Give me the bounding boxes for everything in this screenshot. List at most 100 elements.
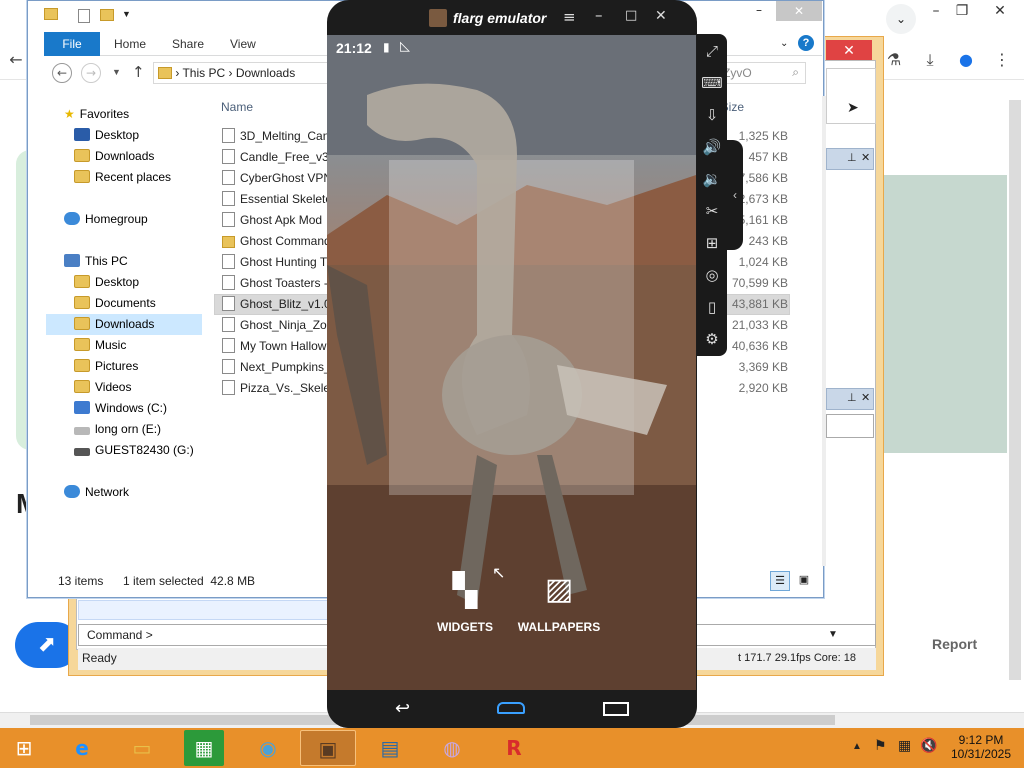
tab-file[interactable]: File bbox=[44, 32, 100, 56]
taskbar-store[interactable]: ▦ bbox=[184, 730, 224, 766]
report-button[interactable]: Report bbox=[932, 636, 977, 652]
download-icon[interactable]: ⤓ bbox=[918, 48, 942, 72]
file-row[interactable]: Ghost_Blitz_v1.0 bbox=[222, 294, 332, 315]
back-button[interactable]: ← bbox=[52, 63, 72, 83]
file-row[interactable]: 3D_Melting_Candy bbox=[222, 126, 332, 147]
android-home-icon[interactable] bbox=[497, 702, 525, 714]
keyboard-icon[interactable]: ⌨ bbox=[701, 72, 723, 94]
recent-locations-icon[interactable]: ▼ bbox=[112, 67, 121, 77]
breadcrumb-thispc[interactable]: This PC bbox=[182, 66, 225, 80]
nav-pc-desktop[interactable]: Desktop bbox=[74, 275, 139, 289]
editor-close-button[interactable]: ✕ bbox=[826, 40, 872, 60]
forward-button[interactable]: → bbox=[81, 63, 101, 83]
properties-icon[interactable] bbox=[78, 9, 90, 23]
nav-pc-music[interactable]: Music bbox=[74, 338, 126, 352]
nav-fav-recent[interactable]: Recent places bbox=[74, 170, 171, 184]
panel-close-icon[interactable]: ✕ bbox=[861, 391, 870, 404]
large-icons-view-icon[interactable]: ▣ bbox=[794, 571, 814, 591]
help-icon[interactable]: ? bbox=[798, 35, 814, 51]
android-screen[interactable]: 21:12 ▮ ◺ ▚ WIDGETS ▨ WALLPAPERS ↖ bbox=[327, 35, 696, 690]
panel-close-icon[interactable]: ✕ bbox=[861, 151, 870, 164]
file-row[interactable]: Ghost Commander bbox=[222, 231, 332, 252]
taskbar-chrome[interactable]: ◉ bbox=[240, 730, 296, 766]
file-row[interactable]: Next_Pumpkins_ bbox=[222, 357, 332, 378]
taskbar-ie[interactable]: e bbox=[54, 730, 110, 766]
emulator-maximize-button[interactable]: □ bbox=[625, 8, 637, 23]
cursor-tool-icon[interactable]: ➤ bbox=[847, 99, 859, 116]
tab-home[interactable]: Home bbox=[114, 32, 146, 56]
menu-kebab-icon[interactable]: ⋮ bbox=[990, 48, 1014, 72]
taskbar-explorer[interactable]: ▭ bbox=[114, 730, 170, 766]
location-icon[interactable]: ◎ bbox=[701, 264, 723, 286]
column-header-name[interactable]: Name bbox=[221, 100, 253, 114]
file-row[interactable]: Candle_Free_v3. bbox=[222, 147, 332, 168]
emulator-menu-icon[interactable]: ≡ bbox=[563, 8, 576, 26]
search-input[interactable]: ZyvO ⌕ bbox=[716, 62, 806, 84]
android-recents-icon[interactable] bbox=[603, 702, 629, 716]
apk-install-icon[interactable]: ⇩ bbox=[701, 104, 723, 126]
nav-pc-drive-e[interactable]: long orn (E:) bbox=[74, 422, 161, 436]
list-scroll[interactable] bbox=[822, 96, 826, 566]
file-row[interactable]: Ghost Toasters - bbox=[222, 273, 332, 294]
android-back-icon[interactable]: ↩ bbox=[395, 698, 410, 719]
file-row[interactable]: Ghost_Ninja_Zombie bbox=[222, 315, 332, 336]
back-icon[interactable]: ← bbox=[4, 48, 28, 72]
tab-view[interactable]: View bbox=[230, 32, 256, 56]
taskbar-media[interactable]: ◍ bbox=[424, 730, 480, 766]
pin-icon[interactable]: ⊥ bbox=[847, 391, 857, 404]
maximize-button[interactable]: ❐ bbox=[942, 0, 982, 24]
nav-pc-pictures[interactable]: Pictures bbox=[74, 359, 138, 373]
command-dropdown-icon[interactable]: ▼ bbox=[828, 629, 838, 640]
widgets-button[interactable]: ▚ WIDGETS bbox=[432, 570, 498, 634]
file-row[interactable]: CyberGhost VPN bbox=[222, 168, 332, 189]
volume-down-icon[interactable]: 🔉 bbox=[701, 168, 723, 190]
nav-pc-documents[interactable]: Documents bbox=[74, 296, 156, 310]
taskbar-roblox[interactable]: R bbox=[486, 730, 542, 766]
new-folder-icon[interactable] bbox=[100, 9, 114, 21]
nav-thispc[interactable]: This PC bbox=[64, 254, 128, 268]
breadcrumb-downloads[interactable]: Downloads bbox=[236, 66, 295, 80]
emulator-minimize-button[interactable]: – bbox=[595, 6, 603, 24]
ribbon-expand-icon[interactable]: ⌄ bbox=[780, 38, 788, 49]
volume-up-icon[interactable]: 🔊 bbox=[701, 136, 723, 158]
address-bar[interactable]: › This PC › Downloads bbox=[153, 62, 328, 84]
nav-fav-desktop[interactable]: Desktop bbox=[74, 128, 139, 142]
file-row[interactable]: Essential Skeleton bbox=[222, 189, 332, 210]
up-button[interactable]: ↑ bbox=[132, 63, 145, 81]
clock[interactable]: 9:12 PM 10/31/2025 bbox=[948, 733, 1014, 761]
file-row[interactable]: My Town Halloween bbox=[222, 336, 332, 357]
explorer-close-button[interactable]: ✕ bbox=[776, 1, 822, 21]
nav-pc-windows-c[interactable]: Windows (C:) bbox=[74, 401, 167, 415]
taskbar-emulator[interactable]: ▣ bbox=[300, 730, 356, 766]
nav-pc-videos[interactable]: Videos bbox=[74, 380, 131, 394]
pin-icon[interactable]: ⊥ bbox=[847, 151, 857, 164]
file-row[interactable]: Ghost Apk Mod bbox=[222, 210, 332, 231]
shake-icon[interactable]: ▯ bbox=[701, 296, 723, 318]
nav-network[interactable]: Network bbox=[64, 485, 129, 499]
add-window-icon[interactable]: ⊞ bbox=[701, 232, 723, 254]
nav-homegroup[interactable]: Homegroup bbox=[64, 212, 148, 226]
quick-access-dropdown-icon[interactable]: ▼ bbox=[122, 9, 131, 19]
file-row[interactable]: Pizza_Vs._Skeleton bbox=[222, 378, 332, 399]
volume-muted-icon[interactable]: 🔇 bbox=[920, 738, 937, 754]
file-row[interactable]: Ghost Hunting T bbox=[222, 252, 332, 273]
nav-favorites[interactable]: ★ Favorites bbox=[64, 107, 129, 121]
close-button[interactable]: ✕ bbox=[980, 0, 1020, 24]
nav-pc-downloads[interactable]: Downloads bbox=[74, 317, 154, 331]
taskbar-app[interactable]: ▤ bbox=[362, 730, 418, 766]
screenshot-cut-icon[interactable]: ✂ bbox=[701, 200, 723, 222]
network-tray-icon[interactable]: ▦ bbox=[898, 738, 911, 754]
tab-share[interactable]: Share bbox=[172, 32, 204, 56]
explorer-minimize-button[interactable]: – bbox=[744, 3, 774, 23]
sidebar-collapse-button[interactable]: ‹ bbox=[727, 140, 743, 250]
wallpapers-button[interactable]: ▨ WALLPAPERS bbox=[515, 570, 603, 634]
tray-expand-icon[interactable]: ▲ bbox=[852, 741, 862, 752]
settings-icon[interactable]: ⚙ bbox=[701, 328, 723, 350]
details-view-icon[interactable]: ☰ bbox=[770, 571, 790, 591]
action-center-flag-icon[interactable]: ⚑ bbox=[874, 738, 887, 754]
chevron-down-icon[interactable]: ⌄ bbox=[886, 4, 916, 34]
vertical-scrollbar[interactable] bbox=[1009, 100, 1021, 680]
profile-icon[interactable]: ● bbox=[954, 48, 978, 72]
search-icon[interactable]: ⌕ bbox=[792, 65, 799, 80]
labs-icon[interactable]: ⚗ bbox=[882, 48, 906, 72]
